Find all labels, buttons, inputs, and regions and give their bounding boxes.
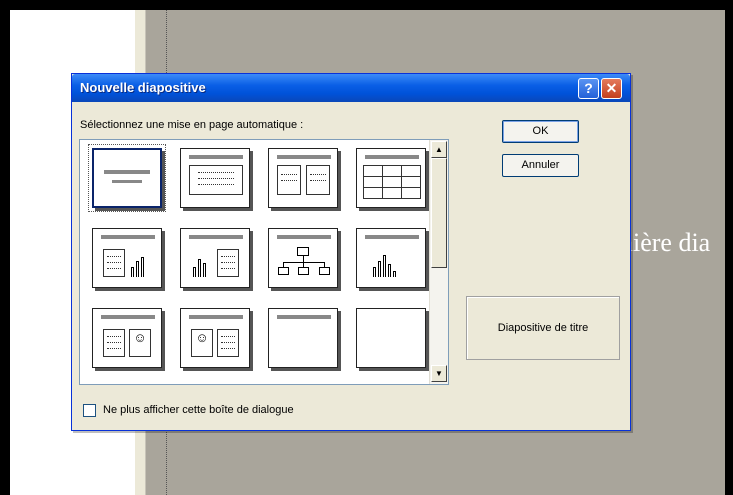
chart-bars xyxy=(193,257,206,277)
help-icon[interactable]: ? xyxy=(578,78,599,99)
text-box-left xyxy=(277,165,301,195)
cancel-button[interactable]: Annuler xyxy=(502,154,579,177)
title-bar xyxy=(104,170,150,174)
subtitle-bar xyxy=(112,180,142,183)
screen-frame-right xyxy=(725,0,733,495)
text-box xyxy=(189,165,243,195)
layout-table[interactable] xyxy=(356,148,426,208)
screen-frame-top xyxy=(0,0,733,10)
scroll-down-icon[interactable]: ▼ xyxy=(431,365,447,382)
text-box xyxy=(217,249,239,277)
layout-title-only[interactable] xyxy=(268,308,338,368)
scroll-up-icon[interactable]: ▲ xyxy=(431,141,447,158)
title-bar xyxy=(277,155,331,159)
layout-instruction: Sélectionnez une mise en page automatiqu… xyxy=(80,119,304,131)
title-bar xyxy=(189,315,243,319)
title-bar xyxy=(365,235,419,239)
layout-text-and-chart[interactable] xyxy=(92,228,162,288)
layout-chart-and-text[interactable] xyxy=(180,228,250,288)
title-bar xyxy=(189,155,243,159)
dialog-title: Nouvelle diapositive xyxy=(80,80,206,95)
layout-clip-art-and-text[interactable]: ☺ xyxy=(180,308,250,368)
text-box xyxy=(103,329,125,357)
title-bar xyxy=(277,235,331,239)
text-box xyxy=(103,249,125,277)
table-box xyxy=(363,165,421,199)
scrollbar-thumb[interactable] xyxy=(431,158,447,268)
checkbox-icon[interactable] xyxy=(83,404,96,417)
org-chart-diagram xyxy=(277,243,331,281)
text-box xyxy=(217,329,239,357)
layout-chart[interactable] xyxy=(356,228,426,288)
title-bar xyxy=(277,315,331,319)
layout-title-slide[interactable] xyxy=(88,144,166,212)
clip-art-icon: ☺ xyxy=(129,329,151,357)
text-box-right xyxy=(306,165,330,195)
close-icon[interactable]: ✕ xyxy=(601,78,622,99)
chart-bars xyxy=(373,255,396,277)
title-bar xyxy=(365,155,419,159)
ok-button[interactable]: OK xyxy=(502,120,579,143)
screen-frame-left xyxy=(0,0,10,495)
title-bar xyxy=(101,315,155,319)
layout-two-column-text[interactable] xyxy=(268,148,338,208)
layout-blank[interactable] xyxy=(356,308,426,368)
slide-title-placeholder[interactable]: nière dia xyxy=(620,228,725,268)
chart-bars xyxy=(131,257,144,277)
layout-list-scrollbar[interactable]: ▲ ▼ xyxy=(429,140,448,384)
clip-art-icon: ☺ xyxy=(191,329,213,357)
layout-bulleted-list[interactable] xyxy=(180,148,250,208)
title-bar xyxy=(101,235,155,239)
new-slide-dialog: Nouvelle diapositive ? ✕ Sélectionnez un… xyxy=(71,73,631,431)
dont-show-again-label[interactable]: Ne plus afficher cette boîte de dialogue xyxy=(103,404,294,416)
dialog-titlebar[interactable]: Nouvelle diapositive ? ✕ xyxy=(72,74,630,102)
layout-text-and-clip-art[interactable]: ☺ xyxy=(92,308,162,368)
layout-preview-label: Diapositive de titre xyxy=(466,296,620,360)
layout-organization-chart[interactable] xyxy=(268,228,338,288)
layout-list[interactable]: ☺ ☺ ▲ ▼ xyxy=(79,139,449,385)
title-bar xyxy=(189,235,243,239)
